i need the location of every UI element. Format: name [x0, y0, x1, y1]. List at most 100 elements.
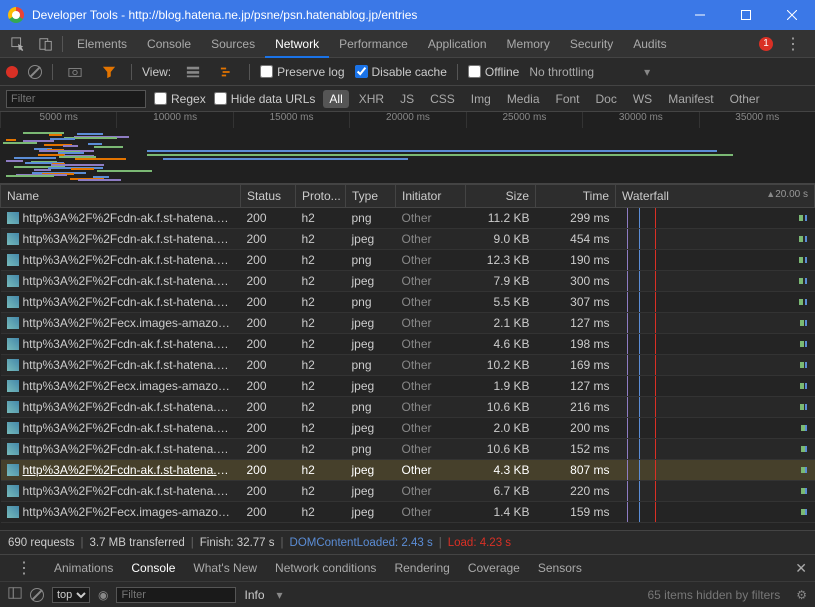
console-settings-icon[interactable]: ⚙ — [796, 588, 807, 602]
drawer-close-button[interactable]: ✕ — [795, 560, 807, 577]
tab-network[interactable]: Network — [265, 30, 329, 58]
tab-memory[interactable]: Memory — [497, 30, 560, 58]
timeline-tick: 35000 ms — [699, 112, 815, 128]
col-size[interactable]: Size — [466, 185, 536, 208]
table-row[interactable]: http%3A%2F%2Fcdn-ak.f.st-hatena.co...200… — [1, 271, 815, 292]
sidebar-toggle-icon[interactable] — [8, 586, 22, 603]
inspect-element-icon[interactable] — [6, 32, 30, 56]
col-time[interactable]: Time — [536, 185, 616, 208]
file-icon — [7, 380, 19, 392]
file-icon — [7, 422, 19, 434]
window-minimize-button[interactable] — [677, 0, 723, 30]
timeline-tick: 10000 ms — [116, 112, 232, 128]
more-menu-icon[interactable]: ⋮ — [777, 34, 809, 54]
preserve-log-checkbox[interactable]: Preserve log — [260, 65, 344, 79]
type-filter-doc[interactable]: Doc — [590, 90, 623, 108]
drawer-tab-console[interactable]: Console — [131, 561, 175, 575]
col-initiator[interactable]: Initiator — [396, 185, 466, 208]
disable-cache-checkbox[interactable]: Disable cache — [355, 65, 447, 79]
type-filter-media[interactable]: Media — [501, 90, 546, 108]
summary-requests: 690 requests — [8, 537, 75, 549]
chevron-down-icon[interactable]: ▾ — [644, 65, 650, 79]
drawer-tab-coverage[interactable]: Coverage — [468, 561, 520, 575]
tab-sources[interactable]: Sources — [201, 30, 265, 58]
table-row[interactable]: http%3A%2F%2Fcdn-ak.f.st-hatena.co...200… — [1, 481, 815, 502]
type-filter-all[interactable]: All — [323, 90, 348, 108]
drawer-tab-sensors[interactable]: Sensors — [538, 561, 582, 575]
drawer-more-icon[interactable]: ⋮ — [8, 558, 40, 578]
window-close-button[interactable] — [769, 0, 815, 30]
type-filter-xhr[interactable]: XHR — [353, 90, 390, 108]
col-type[interactable]: Type — [346, 185, 396, 208]
table-row[interactable]: http%3A%2F%2Fcdn-ak.f.st-hatena.co...200… — [1, 460, 815, 481]
file-icon — [7, 254, 19, 266]
table-row[interactable]: http%3A%2F%2Fecx.images-amazon.c...200h2… — [1, 376, 815, 397]
console-drawer: ⋮ Animations Console What's New Network con… — [0, 554, 815, 607]
drawer-tab-animations[interactable]: Animations — [54, 561, 113, 575]
offline-checkbox[interactable]: Offline — [468, 65, 519, 79]
filter-toggle-icon[interactable] — [97, 60, 121, 84]
table-row[interactable]: http%3A%2F%2Fcdn-ak.f.st-hatena.co...200… — [1, 418, 815, 439]
col-name[interactable]: Name — [1, 185, 241, 208]
type-filter-img[interactable]: Img — [465, 90, 497, 108]
drawer-tab-network-conditions[interactable]: Network conditions — [275, 561, 376, 575]
file-icon — [7, 485, 19, 497]
regex-checkbox[interactable]: Regex — [154, 92, 206, 106]
tab-performance[interactable]: Performance — [329, 30, 418, 58]
capture-screenshots-icon[interactable] — [63, 60, 87, 84]
col-proto[interactable]: Proto... — [296, 185, 346, 208]
tab-security[interactable]: Security — [560, 30, 623, 58]
network-toolbar: View: Preserve log Disable cache Offline… — [0, 58, 815, 86]
clear-button[interactable] — [28, 65, 42, 79]
drawer-tab-what-s-new[interactable]: What's New — [193, 561, 257, 575]
window-maximize-button[interactable] — [723, 0, 769, 30]
clear-console-button[interactable] — [30, 588, 44, 602]
error-indicator[interactable]: 1 — [759, 37, 773, 51]
timeline-tick: 30000 ms — [582, 112, 698, 128]
file-icon — [7, 212, 19, 224]
window-titlebar: Developer Tools - http://blog.hatena.ne.… — [0, 0, 815, 30]
filter-input[interactable] — [6, 90, 146, 108]
window-title: Developer Tools - http://blog.hatena.ne.… — [32, 8, 677, 22]
device-toolbar-icon[interactable] — [34, 32, 58, 56]
table-row[interactable]: http%3A%2F%2Fcdn-ak.f.st-hatena.co...200… — [1, 229, 815, 250]
col-waterfall[interactable]: Waterfall20.00 s▲ — [616, 185, 815, 208]
file-icon — [7, 464, 19, 476]
tab-application[interactable]: Application — [418, 30, 497, 58]
overview-toggle-icon[interactable] — [215, 60, 239, 84]
network-request-table[interactable]: Name Status Proto... Type Initiator Size… — [0, 184, 815, 530]
type-filter-manifest[interactable]: Manifest — [662, 90, 719, 108]
table-row[interactable]: http%3A%2F%2Fcdn-ak.f.st-hatena.co...200… — [1, 355, 815, 376]
file-icon — [7, 506, 19, 518]
table-row[interactable]: http%3A%2F%2Fcdn-ak.f.st-hatena.co...200… — [1, 397, 815, 418]
live-expression-icon[interactable]: ◉ — [98, 588, 108, 602]
file-icon — [7, 296, 19, 308]
type-filter-font[interactable]: Font — [550, 90, 586, 108]
type-filter-other[interactable]: Other — [724, 90, 766, 108]
table-row[interactable]: http%3A%2F%2Fecx.images-amazon.c...200h2… — [1, 502, 815, 523]
console-filter-input[interactable] — [116, 587, 236, 603]
tab-console[interactable]: Console — [137, 30, 201, 58]
context-select[interactable]: top — [52, 587, 90, 603]
network-overview[interactable]: 5000 ms10000 ms15000 ms20000 ms25000 ms3… — [0, 112, 815, 184]
tab-elements[interactable]: Elements — [67, 30, 137, 58]
table-row[interactable]: http%3A%2F%2Fcdn-ak.f.st-hatena.co...200… — [1, 250, 815, 271]
type-filter-js[interactable]: JS — [394, 90, 420, 108]
large-rows-icon[interactable] — [181, 60, 205, 84]
file-icon — [7, 275, 19, 287]
file-icon — [7, 443, 19, 455]
type-filter-ws[interactable]: WS — [627, 90, 658, 108]
drawer-tab-rendering[interactable]: Rendering — [394, 561, 449, 575]
table-row[interactable]: http%3A%2F%2Fecx.images-amazon.c...200h2… — [1, 313, 815, 334]
throttling-select[interactable]: No throttling — [529, 65, 594, 79]
table-row[interactable]: http%3A%2F%2Fcdn-ak.f.st-hatena.co...200… — [1, 334, 815, 355]
table-row[interactable]: http%3A%2F%2Fcdn-ak.f.st-hatena.co...200… — [1, 292, 815, 313]
table-row[interactable]: http%3A%2F%2Fcdn-ak.f.st-hatena.co...200… — [1, 439, 815, 460]
hide-data-urls-checkbox[interactable]: Hide data URLs — [214, 92, 316, 106]
log-level-select[interactable]: Info — [244, 588, 264, 602]
record-button[interactable] — [6, 66, 18, 78]
col-status[interactable]: Status — [241, 185, 296, 208]
table-row[interactable]: http%3A%2F%2Fcdn-ak.f.st-hatena.co...200… — [1, 208, 815, 229]
type-filter-css[interactable]: CSS — [424, 90, 461, 108]
tab-audits[interactable]: Audits — [623, 30, 676, 58]
